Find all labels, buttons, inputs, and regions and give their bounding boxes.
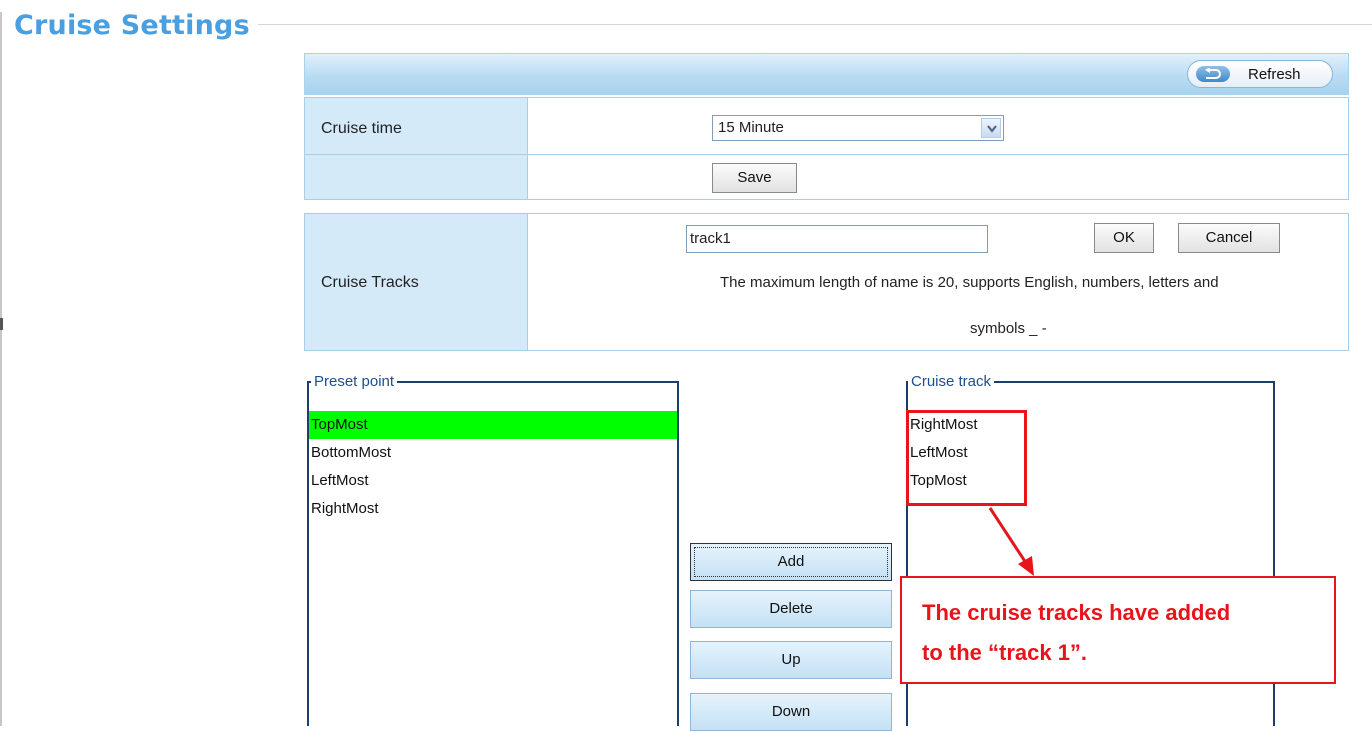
save-label-cell — [305, 155, 527, 199]
cruise-tracks-label: Cruise Tracks — [321, 274, 419, 291]
add-button[interactable]: Add — [690, 543, 892, 581]
ok-button[interactable]: OK — [1094, 223, 1154, 253]
page-left-border — [0, 12, 2, 726]
preset-point-item[interactable]: TopMost — [309, 411, 677, 439]
refresh-button[interactable]: Refresh — [1187, 60, 1333, 88]
refresh-label: Refresh — [1248, 66, 1301, 83]
preset-point-item[interactable]: LeftMost — [309, 467, 677, 495]
save-button[interactable]: Save — [712, 163, 797, 193]
page-title: Cruise Settings — [6, 10, 258, 42]
chevron-down-icon[interactable] — [981, 118, 1001, 138]
name-hint-line1: The maximum length of name is 20, suppor… — [720, 274, 1219, 291]
highlight-box — [906, 410, 1027, 506]
delete-button[interactable]: Delete — [690, 590, 892, 628]
add-button-focus-ring — [694, 547, 888, 577]
refresh-icon — [1196, 66, 1230, 82]
track-name-input[interactable]: track1 — [686, 225, 988, 253]
preset-point-list[interactable]: TopMost BottomMost LeftMost RightMost — [309, 411, 677, 523]
up-button[interactable]: Up — [690, 641, 892, 679]
cancel-button[interactable]: Cancel — [1178, 223, 1280, 253]
cruise-time-select-value: 15 Minute — [718, 119, 784, 136]
preset-point-item[interactable]: RightMost — [309, 495, 677, 523]
save-value-cell — [528, 155, 1348, 199]
preset-point-item[interactable]: BottomMost — [309, 439, 677, 467]
cruise-track-legend: Cruise track — [908, 373, 995, 390]
cruise-time-label: Cruise time — [321, 120, 402, 137]
frame-mark — [0, 318, 3, 330]
annotation-callout: The cruise tracks have added to the “tra… — [900, 576, 1336, 684]
cruise-time-select[interactable]: 15 Minute — [712, 115, 1004, 141]
track-name-value: track1 — [690, 230, 731, 247]
annotation-line2: to the “track 1”. — [922, 640, 1088, 665]
preset-point-legend: Preset point — [311, 373, 398, 390]
name-hint-line2: symbols _ - — [970, 320, 1047, 337]
arrow-icon — [988, 507, 1034, 576]
preset-point-frame-right — [677, 381, 679, 726]
down-button[interactable]: Down — [690, 693, 892, 731]
annotation-line1: The cruise tracks have added — [922, 600, 1231, 625]
